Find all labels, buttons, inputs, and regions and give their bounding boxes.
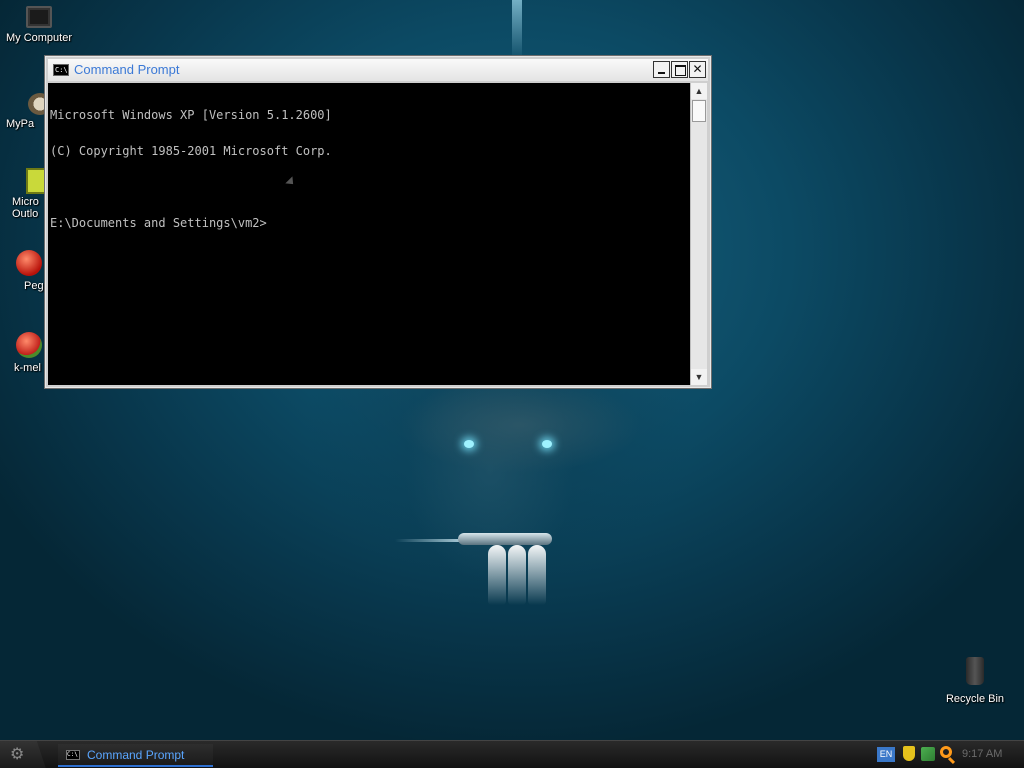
k-meleon-icon	[16, 332, 42, 358]
wallpaper-creature-eye-left	[464, 440, 474, 448]
console-icon: C:\	[66, 750, 80, 760]
desktop-icon-label: Peg	[24, 280, 44, 292]
scroll-down-icon[interactable]: ▼	[691, 369, 707, 385]
taskbar-button-label: Command Prompt	[87, 748, 185, 762]
wallpaper-submarine-light	[528, 545, 546, 605]
scroll-up-icon[interactable]: ▲	[691, 83, 707, 99]
window-title: Command Prompt	[74, 62, 180, 77]
maximize-button[interactable]	[671, 61, 688, 78]
close-button[interactable]: ✕	[689, 61, 706, 78]
scrollbar-thumb[interactable]	[692, 100, 706, 122]
wallpaper-submarine	[458, 533, 552, 545]
network-icon[interactable]	[921, 747, 935, 761]
vertical-scrollbar[interactable]: ▲ ▼	[690, 83, 707, 385]
security-shield-icon[interactable]	[903, 746, 915, 761]
desktop-icon-label: k-mel	[14, 362, 41, 374]
wallpaper-creature-eye-right	[542, 440, 552, 448]
console-prompt: E:\Documents and Settings\vm2>	[50, 216, 267, 230]
taskbar[interactable]: ⚙ C:\ Command Prompt EN 9:17 AM	[0, 740, 1024, 768]
computer-icon	[26, 6, 52, 28]
wallpaper-creature	[360, 385, 680, 495]
console-line: (C) Copyright 1985-2001 Microsoft Corp.	[50, 144, 332, 158]
desktop-icon-label: Recycle Bin	[945, 693, 1005, 705]
wallpaper-submarine-light	[488, 545, 506, 605]
minimize-button[interactable]	[653, 61, 670, 78]
desktop-icon-recycle-bin[interactable]: Recycle Bin	[935, 657, 1015, 705]
desktop-icon-my-computer[interactable]: My Computer	[0, 6, 79, 44]
pegasus-icon	[16, 250, 42, 276]
desktop-icon-label: My Computer	[5, 32, 73, 44]
taskbar-button-command-prompt[interactable]: C:\ Command Prompt	[58, 744, 213, 767]
window-titlebar[interactable]: C:\ Command Prompt ✕	[48, 59, 708, 81]
desktop-icon-label: MyPa	[6, 118, 35, 130]
clock[interactable]: 9:17 AM	[962, 748, 1002, 760]
command-prompt-window[interactable]: C:\ Command Prompt ✕ Microsoft Windows X…	[44, 55, 712, 389]
search-icon[interactable]	[940, 746, 952, 758]
desktop-icon-label: Micro Outlo	[12, 196, 39, 220]
console-icon[interactable]: C:\	[53, 64, 69, 76]
console-line: Microsoft Windows XP [Version 5.1.2600]	[50, 108, 332, 122]
recycle-bin-icon	[966, 657, 984, 685]
wallpaper-light-ray	[512, 0, 522, 60]
start-icon: ⚙	[10, 746, 25, 763]
wallpaper-submarine-light	[508, 545, 526, 605]
start-button[interactable]: ⚙	[0, 741, 46, 768]
system-tray: EN 9:17 AM	[870, 741, 1024, 768]
wallpaper-submarine-trail	[395, 539, 460, 542]
language-indicator[interactable]: EN	[877, 747, 895, 762]
console-output[interactable]: Microsoft Windows XP [Version 5.1.2600] …	[48, 83, 690, 385]
